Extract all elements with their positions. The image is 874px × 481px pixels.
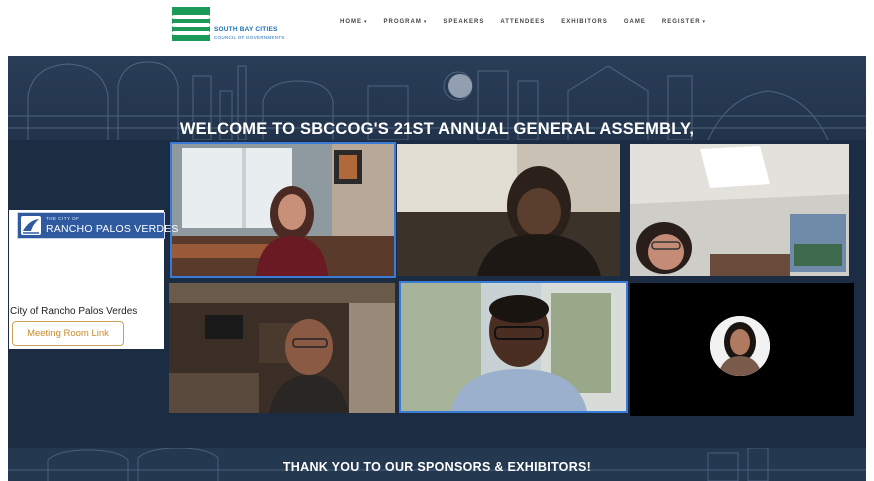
logo-waves-icon — [172, 7, 210, 41]
logo-big-text: RANCHO PALOS VERDES — [46, 223, 179, 235]
nav-exhibitors[interactable]: EXHIBITORS — [561, 19, 608, 25]
chevron-down-icon: ▾ — [364, 19, 368, 25]
nav-attendees[interactable]: ATTENDEES — [500, 19, 545, 25]
video-tile-1[interactable] — [170, 142, 396, 278]
video-tile-5[interactable] — [399, 281, 628, 413]
nav-home[interactable]: HOME ▾ — [340, 19, 368, 25]
video-tile-4[interactable] — [169, 283, 395, 413]
nav-program[interactable]: PROGRAM ▾ — [384, 19, 428, 25]
chevron-down-icon: ▾ — [702, 19, 707, 25]
logo-subtitle: COUNCIL OF GOVERNMENTS — [214, 35, 285, 40]
meeting-room-link-button[interactable]: Meeting Room Link — [12, 321, 124, 346]
sponsor-name: City of Rancho Palos Verdes — [10, 306, 138, 317]
nav-game[interactable]: GAME — [624, 19, 646, 25]
logo-small-text: THE CITY OF — [46, 216, 80, 221]
main-nav: HOME ▾ PROGRAM ▾ SPEAKERS ATTENDEES EXHIBI… — [340, 19, 722, 25]
sponsor-card: THE CITY OF RANCHO PALOS VERDES City of … — [9, 210, 178, 349]
logo-title: SOUTH BAY CITIES — [214, 26, 278, 33]
participant-avatar — [710, 316, 770, 376]
video-tile-2[interactable] — [397, 144, 620, 276]
chevron-down-icon: ▾ — [423, 19, 428, 25]
nav-register[interactable]: REGISTER ▾ — [662, 19, 706, 25]
site-header: SOUTH BAY CITIES COUNCIL OF GOVERNMENTS … — [0, 0, 874, 50]
nav-speakers[interactable]: SPEAKERS — [443, 19, 484, 25]
sbccog-logo[interactable]: SOUTH BAY CITIES COUNCIL OF GOVERNMENTS — [172, 7, 292, 43]
rancho-palos-verdes-logo[interactable]: THE CITY OF RANCHO PALOS VERDES — [17, 212, 178, 239]
city-emblem-icon — [21, 216, 41, 235]
sponsors-heading: THANK YOU TO OUR SPONSORS & EXHIBITORS! — [282, 460, 592, 474]
video-tile-3[interactable] — [630, 144, 849, 276]
welcome-heading: WELCOME TO SBCCOG'S 21ST ANNUAL GENERAL … — [179, 120, 695, 138]
